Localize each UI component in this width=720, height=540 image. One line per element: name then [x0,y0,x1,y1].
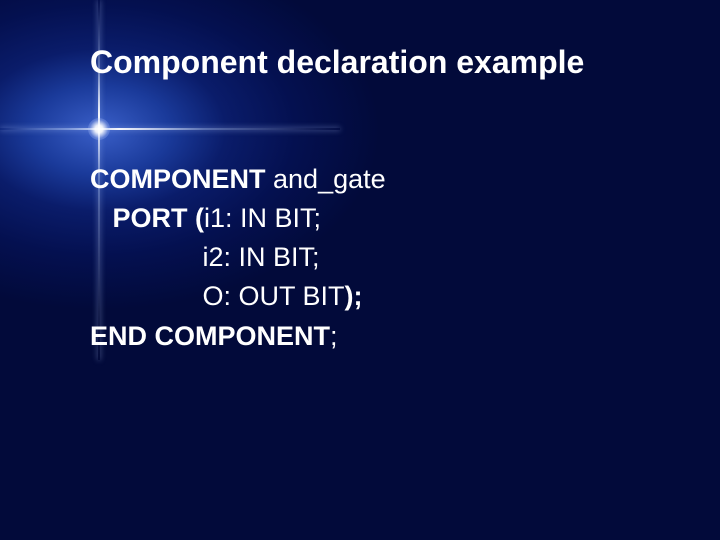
kw-end-component: END COMPONENT [90,321,330,351]
ident-and-gate: and_gate [273,164,386,194]
lens-flare-horizontal [0,128,340,130]
slide-title: Component declaration example [90,44,584,81]
port-o: O: OUT BIT [90,281,345,311]
semicolon: ; [330,321,338,351]
kw-component: COMPONENT [90,164,273,194]
slide: Component declaration example COMPONENT … [0,0,720,540]
port-i1: i1: IN BIT; [204,203,321,233]
code-block: COMPONENT and_gate PORT (i1: IN BIT; i2:… [90,160,386,356]
lens-flare-core [88,118,110,140]
port-i2: i2: IN BIT; [90,242,320,272]
kw-close-paren: ); [345,281,363,311]
kw-port: PORT ( [90,203,204,233]
